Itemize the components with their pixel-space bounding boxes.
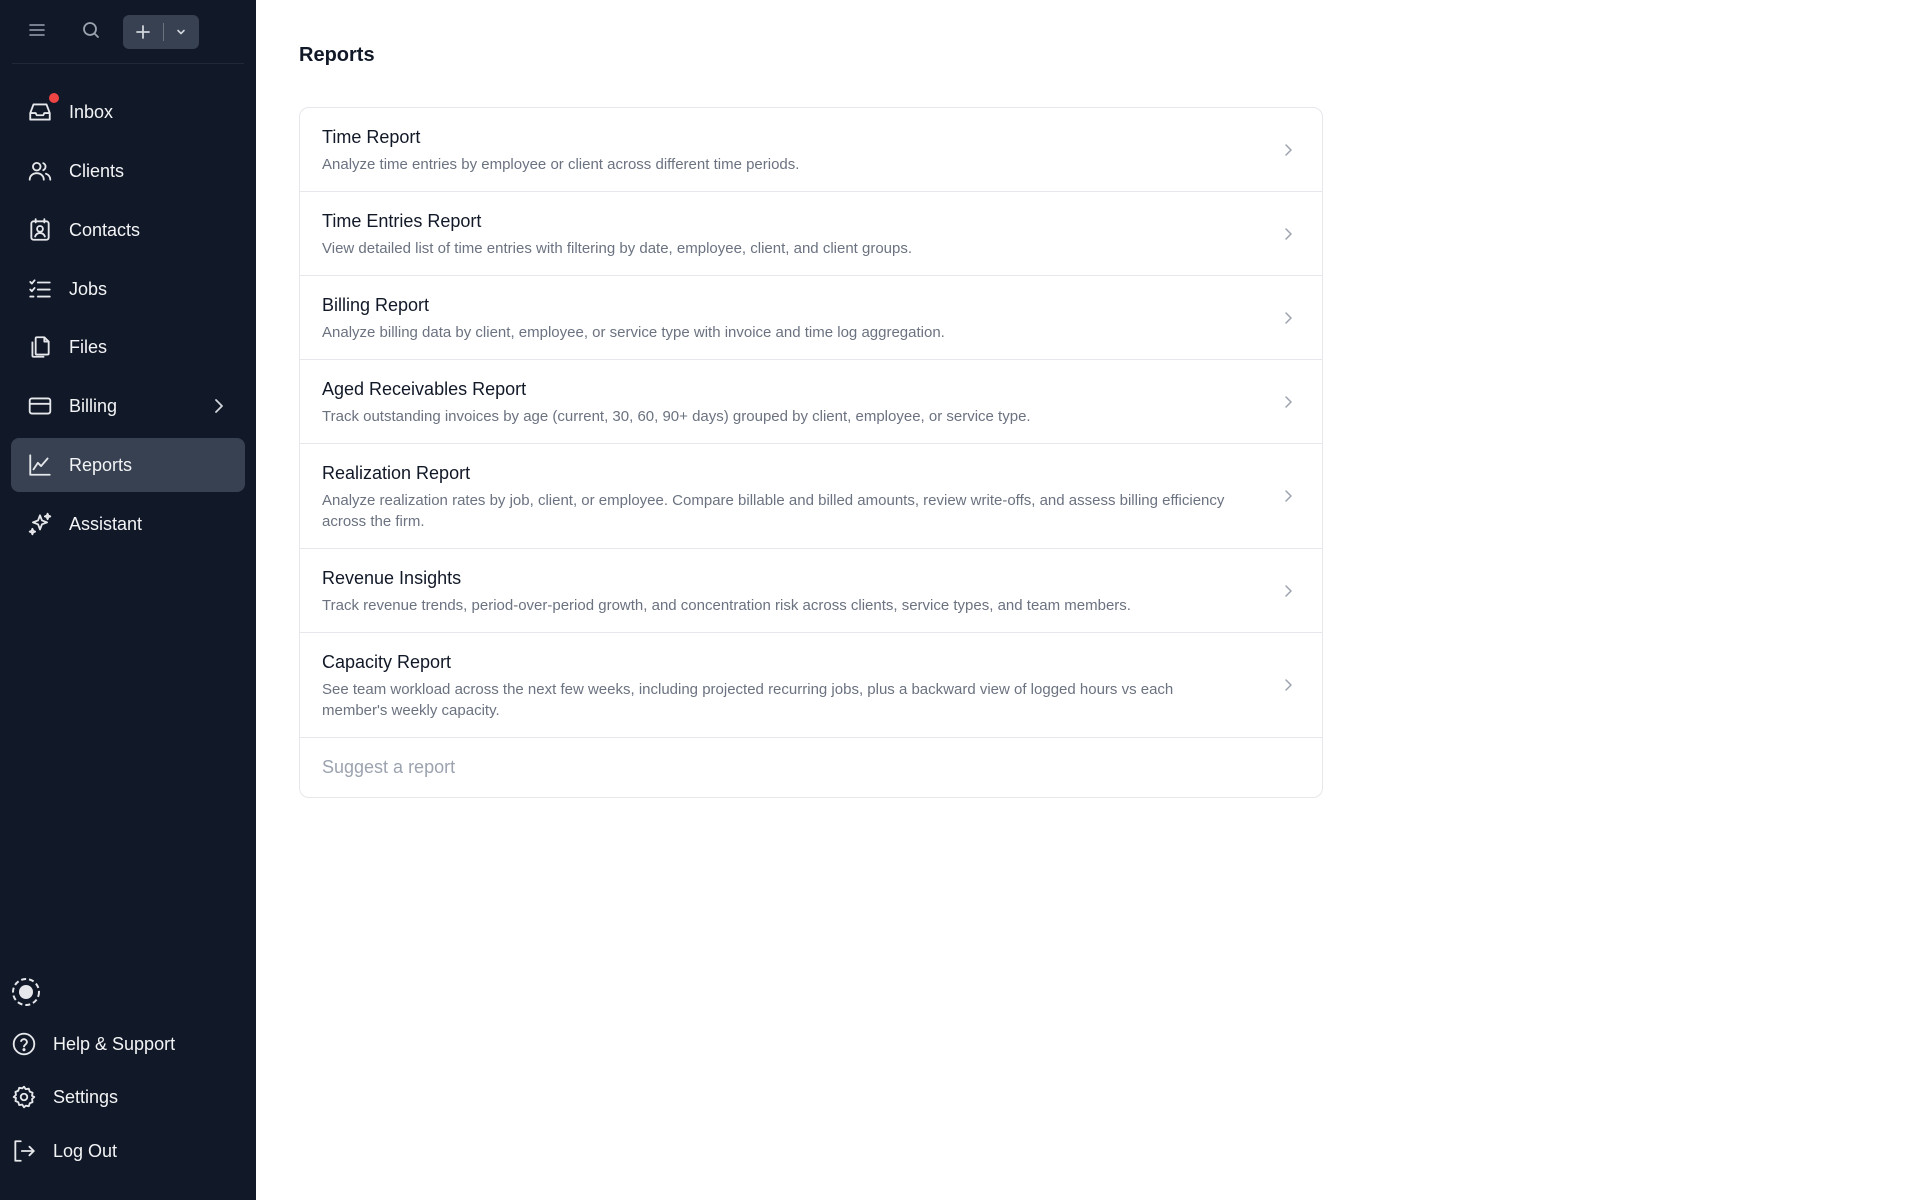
hamburger-menu-icon[interactable] xyxy=(23,16,51,44)
help-circle-icon xyxy=(11,1031,37,1057)
report-description: Analyze billing data by client, employee… xyxy=(322,324,945,341)
sidebar-item-label: Jobs xyxy=(69,278,108,299)
chevron-right-icon xyxy=(209,396,229,421)
report-description: Track outstanding invoices by age (curre… xyxy=(322,408,1031,425)
checklist-icon xyxy=(27,276,53,302)
sidebar-item-label: Assistant xyxy=(69,513,143,534)
chevron-right-icon xyxy=(1285,143,1292,156)
sidebar-item-assistant[interactable]: Assistant xyxy=(11,497,245,551)
sidebar-item-files[interactable]: Files xyxy=(11,320,245,374)
chevron-right-icon xyxy=(1285,679,1292,691)
add-button[interactable] xyxy=(123,15,163,49)
report-description: View detailed list of time entries with … xyxy=(322,240,913,257)
search-icon[interactable] xyxy=(77,16,105,44)
chevron-right-icon xyxy=(1285,490,1292,502)
users-icon xyxy=(27,158,53,184)
sidebar-help-support[interactable]: Help & Support xyxy=(11,1024,175,1064)
report-title: Time Report xyxy=(322,127,421,147)
sidebar-item-reports[interactable]: Reports xyxy=(11,438,245,492)
sidebar-item-label: Reports xyxy=(69,454,133,475)
suggest-report-link[interactable]: Suggest a report xyxy=(300,738,1322,797)
sidebar-item-label: Log Out xyxy=(53,1140,118,1161)
report-row-time-entries-report[interactable]: Time Entries Report View detailed list o… xyxy=(300,192,1322,276)
page-title: Reports xyxy=(299,44,375,66)
status-indicator-icon[interactable] xyxy=(10,976,42,1008)
report-row-revenue-insights[interactable]: Revenue Insights Track revenue trends, p… xyxy=(300,549,1322,633)
report-description: Analyze time entries by employee or clie… xyxy=(322,156,800,173)
gear-icon xyxy=(11,1084,37,1110)
sidebar-item-billing[interactable]: Billing xyxy=(11,379,245,433)
report-row-aged-receivables-report[interactable]: Aged Receivables Report Track outstandin… xyxy=(300,360,1322,444)
report-description: See team workload across the next few we… xyxy=(322,681,1174,719)
report-title: Aged Receivables Report xyxy=(322,379,527,399)
logout-icon xyxy=(11,1138,37,1164)
topbar-divider xyxy=(12,63,244,64)
sidebar-item-jobs[interactable]: Jobs xyxy=(11,262,245,316)
report-description: Analyze realization rates by job, client… xyxy=(322,492,1225,530)
report-title: Time Entries Report xyxy=(322,211,482,231)
sidebar-item-inbox[interactable]: Inbox xyxy=(11,85,245,139)
sidebar-item-contacts[interactable]: Contacts xyxy=(11,203,245,257)
report-row-realization-report[interactable]: Realization Report Analyze realization r… xyxy=(300,444,1322,549)
sidebar-item-label: Clients xyxy=(69,160,125,181)
create-new-button-group xyxy=(123,15,199,49)
chevron-right-icon xyxy=(1285,584,1292,597)
chart-line-icon xyxy=(27,452,53,478)
report-title: Realization Report xyxy=(322,463,471,483)
sidebar-item-clients[interactable]: Clients xyxy=(11,144,245,198)
report-row-capacity-report[interactable]: Capacity Report See team workload across… xyxy=(300,633,1322,738)
sidebar-item-label: Settings xyxy=(53,1086,119,1107)
chevron-down-icon xyxy=(177,29,185,35)
report-title: Capacity Report xyxy=(322,652,452,672)
report-row-billing-report[interactable]: Billing Report Analyze billing data by c… xyxy=(300,276,1322,360)
sidebar-item-label: Inbox xyxy=(69,101,114,122)
report-row-time-report[interactable]: Time Report Analyze time entries by empl… xyxy=(300,108,1322,192)
sidebar-item-label: Files xyxy=(69,336,108,357)
chevron-right-icon xyxy=(1285,311,1292,324)
report-list: Time Report Analyze time entries by empl… xyxy=(299,107,1323,798)
sidebar: Inbox Clients Contacts Jobs Files Billin… xyxy=(0,0,256,1200)
sidebar-item-label: Billing xyxy=(69,395,118,416)
report-description: Track revenue trends, period-over-period… xyxy=(322,597,1131,614)
sidebar-item-label: Help & Support xyxy=(53,1033,176,1054)
inbox-icon xyxy=(27,93,59,125)
sidebar-topbar xyxy=(0,0,256,64)
report-title: Revenue Insights xyxy=(322,568,462,588)
chevron-right-icon xyxy=(1285,227,1292,240)
sidebar-item-label: Contacts xyxy=(69,219,141,240)
report-title: Billing Report xyxy=(322,295,430,315)
credit-card-icon xyxy=(27,393,53,419)
contact-card-icon xyxy=(27,217,53,243)
sidebar-logout[interactable]: Log Out xyxy=(11,1131,117,1171)
files-icon xyxy=(27,334,53,360)
plus-icon xyxy=(136,25,150,39)
inbox-notification-dot xyxy=(49,93,59,103)
chevron-right-icon xyxy=(1285,395,1292,408)
sidebar-settings[interactable]: Settings xyxy=(11,1077,118,1117)
add-dropdown-button[interactable] xyxy=(164,15,198,49)
sparkles-icon xyxy=(27,511,53,537)
